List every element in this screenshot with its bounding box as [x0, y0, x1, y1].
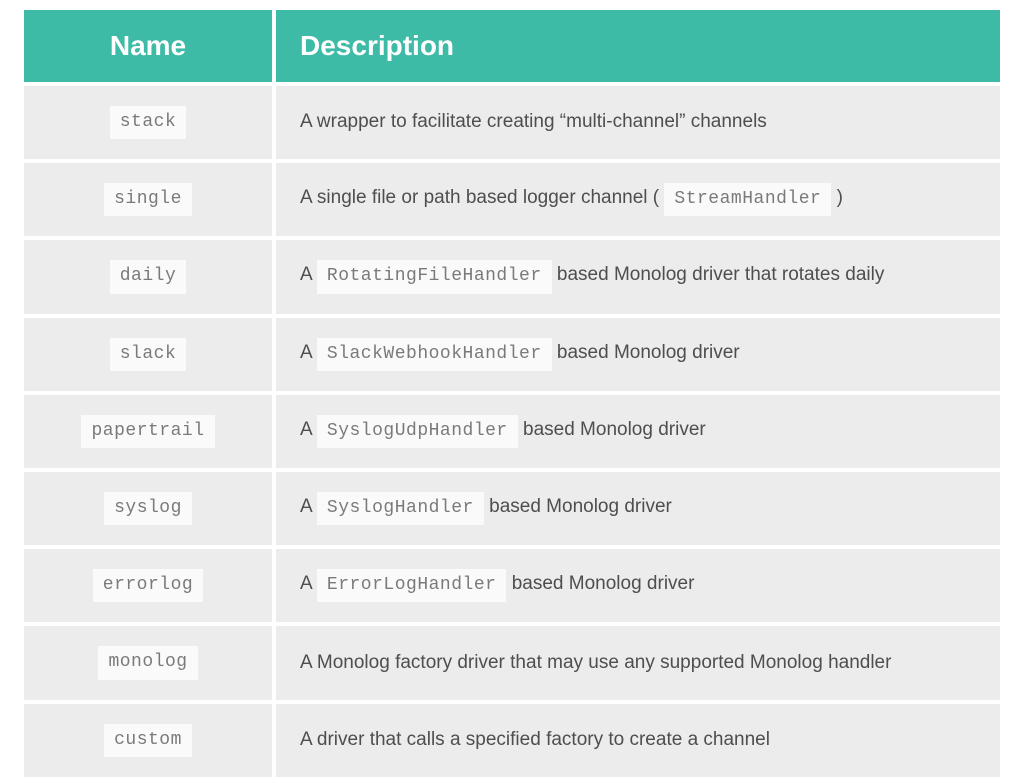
description-text: based Monolog driver — [518, 419, 706, 440]
row-description-cell: A SyslogHandler based Monolog driver — [276, 472, 1000, 545]
driver-name-code: single — [104, 183, 192, 216]
driver-name-code: slack — [110, 338, 187, 371]
driver-name-code: custom — [104, 724, 192, 757]
table-row: monolog A Monolog factory driver that may… — [24, 626, 1000, 699]
description-text: A Monolog factory driver that may use an… — [300, 652, 891, 673]
table-row: syslog A SyslogHandler based Monolog driv… — [24, 472, 1000, 545]
header-name: Name — [24, 10, 272, 82]
row-name-cell: stack — [24, 86, 272, 159]
driver-name-code: monolog — [98, 646, 197, 679]
row-description-cell: A SlackWebhookHandler based Monolog driv… — [276, 318, 1000, 391]
description-text: A — [300, 264, 317, 285]
description-text: based Monolog driver — [552, 342, 740, 363]
row-name-cell: slack — [24, 318, 272, 391]
inline-code: StreamHandler — [664, 183, 831, 216]
row-description-cell: A Monolog factory driver that may use an… — [276, 626, 1000, 699]
row-name-cell: errorlog — [24, 549, 272, 622]
driver-name-code: errorlog — [93, 569, 203, 602]
driver-name-code: daily — [110, 260, 187, 293]
inline-code: ErrorLogHandler — [317, 569, 507, 602]
row-name-cell: monolog — [24, 626, 272, 699]
inline-code: RotatingFileHandler — [317, 260, 552, 293]
row-name-cell: papertrail — [24, 395, 272, 468]
driver-name-code: syslog — [104, 492, 192, 525]
header-description: Description — [276, 10, 1000, 82]
row-description-cell: A RotatingFileHandler based Monolog driv… — [276, 240, 1000, 313]
row-name-cell: daily — [24, 240, 272, 313]
table-row: single A single file or path based logger… — [24, 163, 1000, 236]
description-text: A — [300, 573, 317, 594]
description-text: ) — [831, 187, 843, 208]
drivers-table: Name Description stack A wrapper to facil… — [20, 6, 1004, 781]
row-description-cell: A ErrorLogHandler based Monolog driver — [276, 549, 1000, 622]
description-text: based Monolog driver — [506, 573, 694, 594]
description-text: A — [300, 496, 317, 517]
description-text: A — [300, 342, 317, 363]
inline-code: SyslogHandler — [317, 492, 484, 525]
description-text: A — [300, 419, 317, 440]
row-description-cell: A single file or path based logger chann… — [276, 163, 1000, 236]
row-description-cell: A wrapper to facilitate creating “multi-… — [276, 86, 1000, 159]
table-row: errorlog A ErrorLogHandler based Monolog … — [24, 549, 1000, 622]
table-row: stack A wrapper to facilitate creating “m… — [24, 86, 1000, 159]
table-row: slack A SlackWebhookHandler based Monolog… — [24, 318, 1000, 391]
description-text: A wrapper to facilitate creating “multi-… — [300, 111, 767, 132]
row-name-cell: syslog — [24, 472, 272, 545]
inline-code: SlackWebhookHandler — [317, 338, 552, 371]
table-row: papertrail A SyslogUdpHandler based Monol… — [24, 395, 1000, 468]
inline-code: SyslogUdpHandler — [317, 415, 518, 448]
description-text: based Monolog driver that rotates daily — [552, 264, 885, 285]
row-description-cell: A SyslogUdpHandler based Monolog driver — [276, 395, 1000, 468]
description-text: A driver that calls a specified factory … — [300, 729, 770, 750]
table-row: daily A RotatingFileHandler based Monolog… — [24, 240, 1000, 313]
driver-name-code: papertrail — [81, 415, 214, 448]
description-text: A single file or path based logger chann… — [300, 187, 664, 208]
description-text: based Monolog driver — [484, 496, 672, 517]
driver-name-code: stack — [110, 106, 187, 139]
row-name-cell: single — [24, 163, 272, 236]
